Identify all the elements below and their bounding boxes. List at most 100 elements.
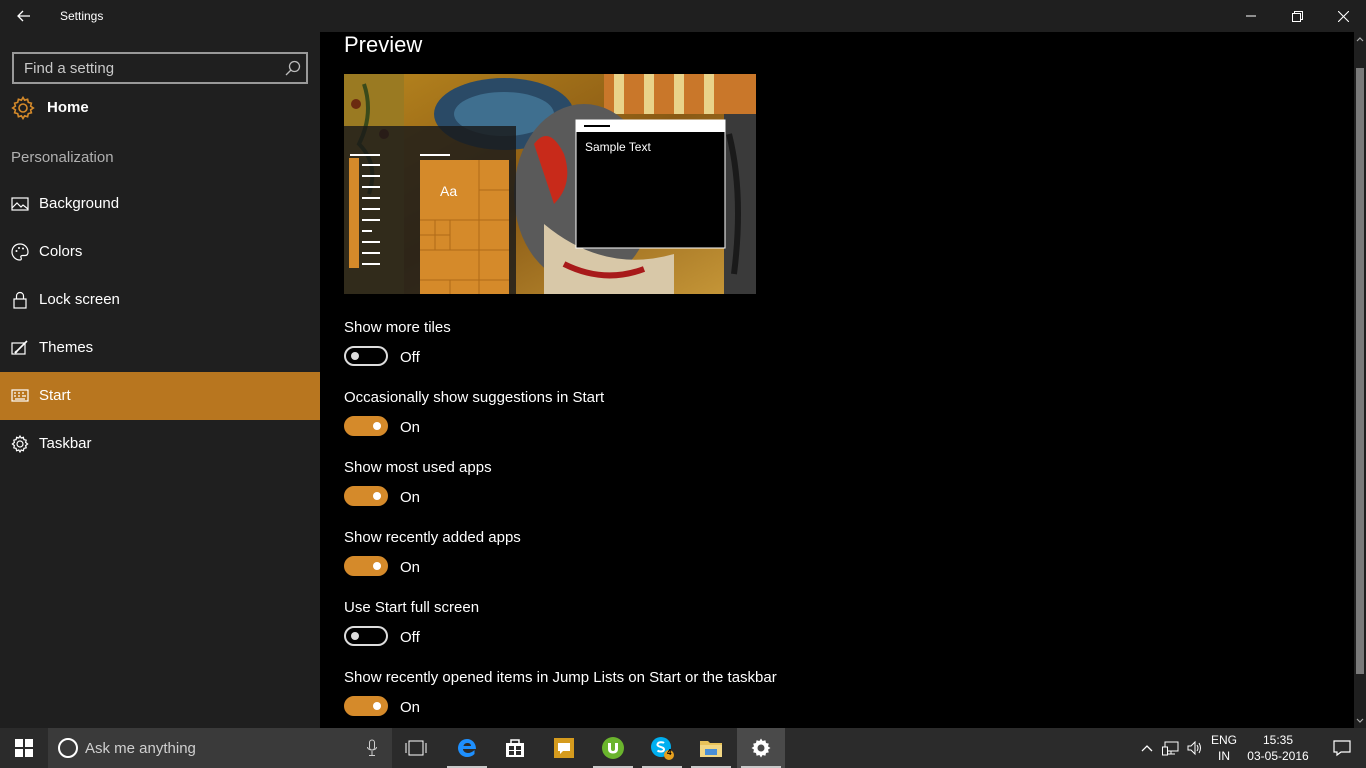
toggle-most-used-apps[interactable] [344,486,388,506]
sidebar-item-label: Colors [39,243,83,260]
setting-label-recently-added-apps: Show recently added apps [344,529,521,546]
network-icon [1162,741,1179,756]
toggle-full-screen[interactable] [344,626,388,646]
scroll-down-arrow-icon[interactable] [1354,712,1366,728]
start-preview-image: Aa Sample Text [344,74,756,294]
start-menu-icon [11,389,29,402]
vertical-scrollbar[interactable] [1354,32,1366,728]
action-center-button[interactable] [1318,728,1366,768]
section-heading: Personalization [11,149,114,166]
scrollbar-thumb[interactable] [1356,68,1364,674]
clock-time: 15:35 [1262,733,1294,747]
taskbar: Ask me anything 4 ENG IN 15:35 03-05-201… [0,728,1366,768]
gear-icon [11,435,29,453]
close-button[interactable] [1320,0,1366,32]
title-bar: Settings [0,0,1366,32]
window-title: Settings [60,9,104,23]
utorrent-icon [602,737,624,759]
toggle-suggestions[interactable] [344,416,388,436]
toggle-state-label: On [400,419,421,436]
toggle-state-label: On [400,489,421,506]
taskbar-app-skype[interactable]: 4 [638,728,686,768]
volume-tray-button[interactable] [1183,728,1207,768]
clock-date: 03-05-2016 [1247,749,1309,763]
clock[interactable]: 15:35 03-05-2016 [1240,732,1316,764]
restore-icon [1291,10,1303,22]
toggle-state-label: Off [400,349,420,366]
toggle-recently-added-apps[interactable] [344,556,388,576]
chat-bubble-icon [554,738,574,758]
home-label: Home [47,99,89,116]
taskbar-app-edge[interactable] [443,728,491,768]
network-tray-button[interactable] [1159,728,1183,768]
preview-artwork [344,74,756,294]
language-region: IN [1218,749,1230,763]
toggle-knob [373,702,381,710]
cortana-search-box[interactable]: Ask me anything [48,728,392,768]
setting-label-jump-lists: Show recently opened items in Jump Lists… [344,669,777,686]
taskbar-app-file-explorer[interactable] [687,728,735,768]
toggle-knob [351,632,359,640]
minimize-button[interactable] [1228,0,1274,32]
back-arrow-icon [17,10,30,22]
gear-icon [751,738,771,758]
cortana-icon [58,738,78,758]
sidebar-item-label: Themes [39,339,94,356]
gear-icon [11,96,35,120]
edge-browser-icon [458,739,476,757]
sidebar-item-label: Background [39,195,120,212]
toggle-state-label: On [400,559,421,576]
sidebar-item-lock-screen[interactable]: Lock screen [0,276,320,324]
close-icon [1337,10,1349,22]
sidebar-item-background[interactable]: Background [0,180,320,228]
language-indicator[interactable]: ENG IN [1208,732,1240,764]
taskbar-app-store[interactable] [491,728,539,768]
show-hidden-icons-button[interactable] [1136,728,1158,768]
sidebar-item-start[interactable]: Start [0,372,320,420]
store-icon [506,739,524,757]
setting-label-most-used-apps: Show most used apps [344,459,492,476]
microphone-icon[interactable] [366,739,378,757]
notification-icon [1333,740,1351,757]
toggle-jump-lists[interactable] [344,696,388,716]
palette-icon [11,243,29,261]
chevron-up-icon [1141,745,1153,752]
toggle-state-label: Off [400,629,420,646]
speaker-icon [1187,740,1201,756]
toggle-knob [373,562,381,570]
search-box[interactable] [12,52,308,84]
taskbar-app-utorrent[interactable] [589,728,637,768]
minimize-icon [1246,15,1256,17]
toggle-show-more-tiles[interactable] [344,346,388,366]
toggle-knob [351,352,359,360]
picture-icon [11,197,29,211]
sidebar-item-label: Taskbar [39,435,92,452]
sidebar: Home Personalization Background Colors L… [0,32,320,728]
windows-logo-icon [15,739,33,757]
skype-badge: 4 [667,748,672,757]
paintbrush-icon [11,340,28,355]
scroll-up-arrow-icon[interactable] [1354,32,1366,48]
taskbar-app-settings[interactable] [737,728,785,768]
search-input[interactable] [14,54,278,82]
lock-icon [13,291,27,309]
toggle-knob [373,422,381,430]
sidebar-item-label: Lock screen [39,291,120,308]
back-button[interactable] [0,0,48,32]
preview-sample-text: Sample Text [585,140,651,154]
cortana-search-text: Ask me anything [85,740,196,757]
search-icon[interactable] [284,59,302,77]
setting-label-full-screen: Use Start full screen [344,599,480,616]
main-content: Preview Aa Sample Text Show more tiles O… [320,32,1354,728]
folder-icon [700,741,722,757]
taskbar-app-messaging[interactable] [540,728,588,768]
home-nav-item[interactable]: Home [0,84,320,132]
sidebar-item-themes[interactable]: Themes [0,324,320,372]
sidebar-item-taskbar[interactable]: Taskbar [0,420,320,468]
task-view-button[interactable] [392,728,440,768]
restore-button[interactable] [1274,0,1320,32]
toggle-state-label: On [400,699,421,716]
sidebar-item-colors[interactable]: Colors [0,228,320,276]
start-button[interactable] [0,728,48,768]
setting-label-suggestions: Occasionally show suggestions in Start [344,389,605,406]
